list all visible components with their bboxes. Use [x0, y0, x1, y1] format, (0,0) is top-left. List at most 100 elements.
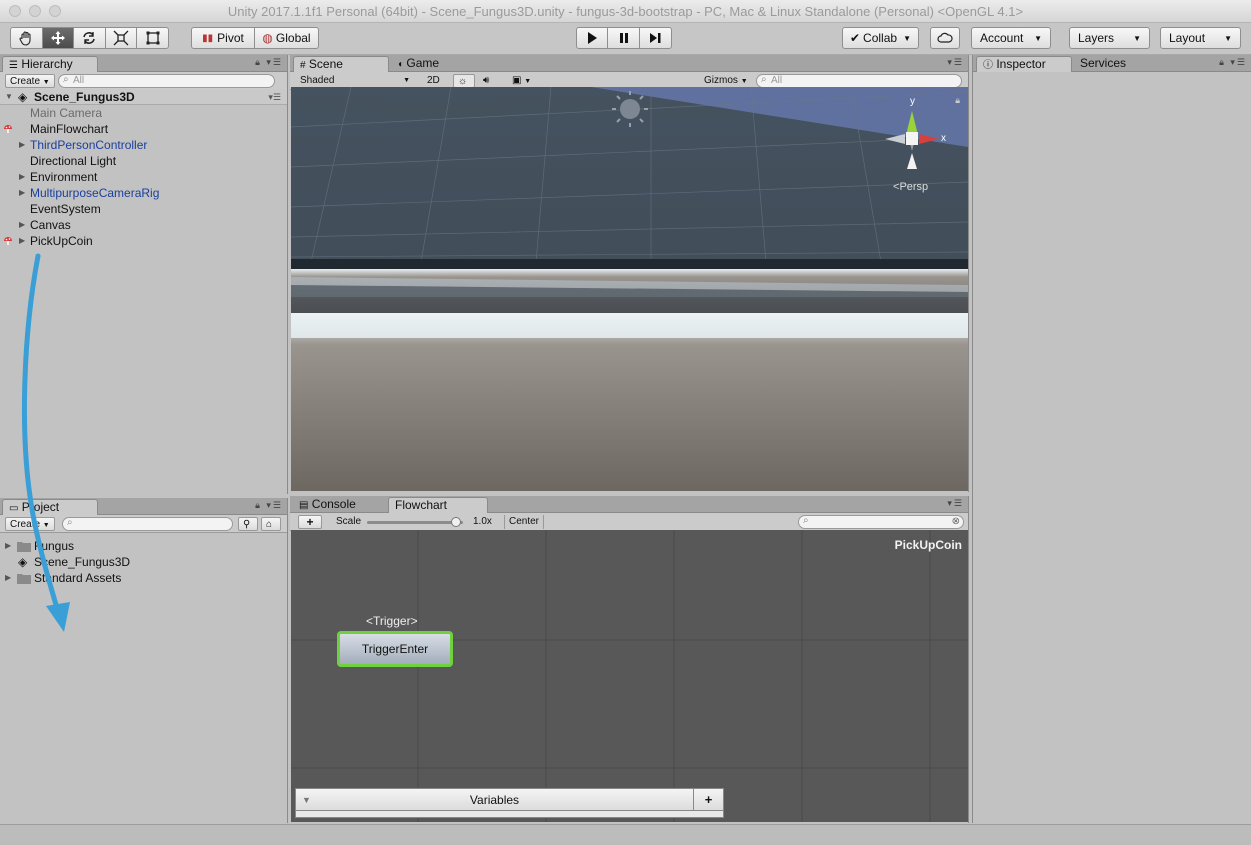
- hierarchy-item-environment[interactable]: ▶ Environment: [0, 169, 287, 185]
- expand-arrow-icon[interactable]: ▶: [19, 169, 25, 185]
- minimize-window-button[interactable]: [29, 5, 41, 17]
- tab-scene[interactable]: # Scene: [293, 56, 389, 72]
- tab-flowchart[interactable]: Flowchart: [388, 497, 488, 513]
- tab-hierarchy[interactable]: ☰ Hierarchy: [2, 56, 98, 72]
- scene-menu-icon[interactable]: ▾☰: [268, 89, 281, 105]
- hierarchy-item-thirdpersoncontroller[interactable]: ▶ ThirdPersonController: [0, 137, 287, 153]
- expand-arrow-icon[interactable]: ▶: [19, 185, 25, 201]
- list-icon: ☰: [9, 60, 18, 71]
- image-icon: ▣: [512, 75, 522, 86]
- panel-menu-icon[interactable]: ▾☰: [947, 498, 964, 509]
- move-tool-button[interactable]: [42, 28, 75, 48]
- add-variable-button[interactable]: +: [694, 788, 724, 811]
- hand-tool-button[interactable]: [11, 28, 43, 48]
- project-search-input[interactable]: [62, 517, 233, 531]
- hierarchy-search-input[interactable]: All: [58, 74, 275, 88]
- orientation-gizmo[interactable]: y x: [877, 95, 947, 185]
- filter-by-type-button[interactable]: ⚲: [238, 517, 258, 531]
- 2d-toggle[interactable]: 2D: [423, 74, 444, 88]
- pivot-label: Pivot: [217, 31, 244, 45]
- layers-dropdown[interactable]: Layers ▼: [1069, 27, 1150, 49]
- cloud-button[interactable]: [930, 27, 960, 49]
- close-window-button[interactable]: [9, 5, 21, 17]
- collab-check-icon: ✔: [849, 31, 861, 45]
- hierarchy-item-eventsystem[interactable]: EventSystem: [0, 201, 287, 217]
- scale-slider-track[interactable]: [367, 517, 463, 527]
- add-block-button[interactable]: +: [298, 515, 322, 529]
- scene-lock-icon[interactable]: 🔒︎: [955, 95, 960, 106]
- perspective-toggle[interactable]: <Persp: [893, 181, 928, 193]
- scene-render: [291, 87, 968, 491]
- expand-arrow-icon[interactable]: ▶: [19, 137, 25, 153]
- clear-search-icon[interactable]: ⊗: [952, 516, 960, 528]
- hierarchy-item-mainflowchart[interactable]: MainFlowchart: [0, 121, 287, 137]
- audio-toggle[interactable]: 🔊︎: [479, 74, 501, 88]
- item-label: MainFlowchart: [30, 122, 109, 136]
- project-item-standard-assets[interactable]: ▶ Standard Assets: [0, 570, 287, 586]
- expand-arrow-icon[interactable]: ▼: [5, 89, 13, 105]
- layout-dropdown[interactable]: Layout ▼: [1160, 27, 1241, 49]
- panel-menu-icon[interactable]: 🔒︎ ▾☰: [255, 57, 283, 68]
- rect-tool-button[interactable]: [137, 28, 168, 48]
- flowchart-canvas[interactable]: PickUpCoin: [291, 530, 968, 822]
- pause-button[interactable]: [608, 28, 640, 48]
- rotate-tool-button[interactable]: [74, 28, 106, 48]
- hierarchy-item-canvas[interactable]: ▶ Canvas: [0, 217, 287, 233]
- rect-transform-icon: [146, 31, 160, 45]
- gizmos-dropdown[interactable]: Gizmos ▼: [700, 74, 752, 88]
- center-button[interactable]: Center: [504, 515, 545, 529]
- project-item-scene[interactable]: ◈ Scene_Fungus3D: [0, 554, 287, 570]
- hierarchy-item-multipurposecamerarig[interactable]: ▶ MultipurposeCameraRig: [0, 185, 287, 201]
- scale-tool-button[interactable]: [106, 28, 138, 48]
- zoom-window-button[interactable]: [49, 5, 61, 17]
- scene-viewport[interactable]: y x 🔒︎ <Persp: [291, 87, 968, 491]
- lighting-toggle[interactable]: ☼: [453, 74, 475, 88]
- tab-console[interactable]: ▤ Console: [293, 497, 385, 513]
- effects-dropdown[interactable]: ▣ ▼: [508, 74, 538, 88]
- scene-root-row[interactable]: ▼ ◈ Scene_Fungus3D ▾☰: [0, 89, 287, 105]
- pause-icon: [619, 33, 628, 43]
- inspector-panel: ⓘ Inspector Services 🔒︎ ▾☰: [972, 55, 1251, 823]
- tab-project[interactable]: ▭ Project: [2, 499, 98, 515]
- hierarchy-item-main-camera[interactable]: Main Camera: [0, 105, 287, 121]
- panel-menu-icon[interactable]: ▾☰: [947, 57, 964, 68]
- unity-scene-icon: ◈: [18, 555, 28, 569]
- account-dropdown[interactable]: Account ▼: [971, 27, 1051, 49]
- global-button[interactable]: ◍ Global: [255, 28, 318, 48]
- panel-menu-icon[interactable]: 🔒︎ ▾☰: [1219, 57, 1247, 68]
- hierarchy-create-button[interactable]: Create ▼: [5, 74, 55, 88]
- collab-label: Collab: [863, 31, 898, 45]
- project-create-button[interactable]: Create ▼: [5, 517, 55, 531]
- panel-menu-icon[interactable]: 🔒︎ ▾☰: [255, 500, 283, 511]
- tab-inspector[interactable]: ⓘ Inspector: [976, 56, 1072, 72]
- add-variable-label: +: [704, 792, 713, 807]
- hierarchy-item-pickupcoin[interactable]: ▶ PickUpCoin: [0, 233, 287, 249]
- collapse-triangle-icon[interactable]: ▼: [302, 789, 311, 811]
- flowchart-search-input[interactable]: ⊗: [798, 515, 964, 529]
- scale-label: Scale: [336, 516, 362, 527]
- chevron-down-icon: ▼: [1133, 33, 1141, 43]
- tab-services[interactable]: Services: [1074, 56, 1144, 72]
- flowchart-toolbar: + Scale 1.0x Center ⊗: [290, 513, 968, 531]
- axis-y-label: y: [910, 96, 915, 107]
- project-item-fungus[interactable]: ▶ Fungus: [0, 538, 287, 554]
- flowchart-block-triggerenter[interactable]: TriggerEnter: [337, 631, 453, 667]
- collab-dropdown[interactable]: ✔ Collab ▼: [842, 27, 919, 49]
- hand-icon: [19, 31, 31, 46]
- tab-game[interactable]: ◖ Game: [391, 56, 461, 72]
- variables-header[interactable]: ▼ Variables: [295, 788, 694, 811]
- hierarchy-item-directional-light[interactable]: Directional Light: [0, 153, 287, 169]
- shading-mode-dropdown[interactable]: Shaded ▼: [296, 74, 414, 88]
- scene-search-input[interactable]: All: [756, 74, 962, 88]
- step-button[interactable]: [640, 28, 671, 48]
- expand-arrow-icon[interactable]: ▶: [5, 570, 11, 586]
- filter-by-label-button[interactable]: ⌂: [261, 517, 281, 531]
- pivot-button[interactable]: ▮▮ Pivot: [192, 28, 256, 48]
- expand-arrow-icon[interactable]: ▶: [19, 217, 25, 233]
- 2d-label: 2D: [427, 75, 440, 86]
- scale-slider-thumb[interactable]: [451, 517, 462, 527]
- item-label: PickUpCoin: [30, 234, 93, 248]
- expand-arrow-icon[interactable]: ▶: [19, 233, 25, 249]
- play-button[interactable]: [577, 28, 609, 48]
- expand-arrow-icon[interactable]: ▶: [5, 538, 11, 554]
